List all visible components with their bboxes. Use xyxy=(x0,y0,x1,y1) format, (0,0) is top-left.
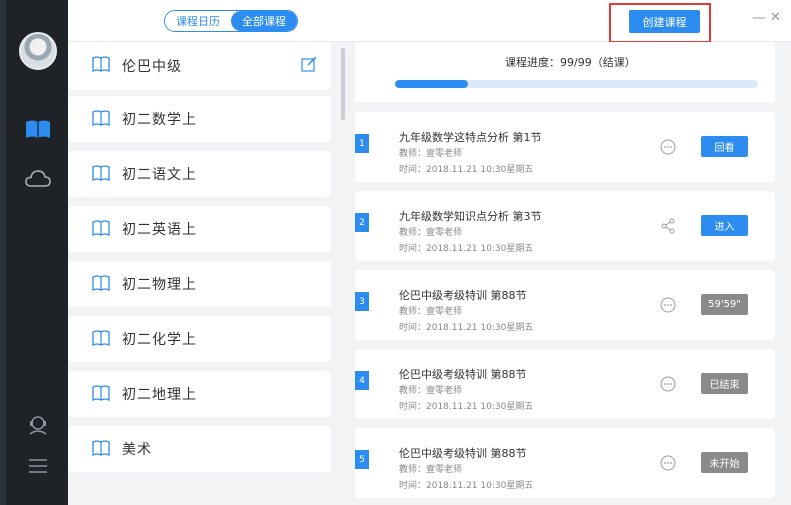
top-bar: 课程日历 全部课程 创建课程 — ✕ xyxy=(68,0,791,43)
lesson-title: 九年级数学这特点分析 第1节 xyxy=(399,131,542,144)
book-icon xyxy=(92,220,110,237)
lesson-time: 时间：2018.11.21 10:30星期五 xyxy=(399,244,534,254)
lesson-number: 2 xyxy=(355,213,369,232)
progress-panel: 课程进度：99/99（结课） xyxy=(355,42,775,102)
more-icon[interactable] xyxy=(660,455,676,471)
lesson-time: 时间：2018.11.21 10:30星期五 xyxy=(399,481,534,491)
countdown-badge: 59'59" xyxy=(701,294,748,315)
lesson-card: 5 伦巴中级考级特训 第88节 教师：壹零老师 时间：2018.11.21 10… xyxy=(355,428,775,498)
course-label: 初二物理上 xyxy=(122,277,197,293)
course-label: 初二数学上 xyxy=(122,112,197,128)
view-switch: 课程日历 全部课程 xyxy=(164,10,298,32)
book-icon xyxy=(92,440,110,457)
book-icon xyxy=(92,110,110,127)
lesson-title: 伦巴中级考级特训 第88节 xyxy=(399,289,527,302)
service-icon[interactable] xyxy=(22,412,54,438)
course-label: 美术 xyxy=(122,442,152,458)
course-list: 伦巴中级 初二数学上 初二语文上 初二英语上 初二物理上 初二化学上 初二地理上… xyxy=(68,42,343,505)
lesson-number: 4 xyxy=(355,371,369,390)
course-list-scrollbar[interactable] xyxy=(341,48,345,120)
lesson-title: 伦巴中级考级特训 第88节 xyxy=(399,447,527,460)
course-label: 初二地理上 xyxy=(122,387,197,403)
course-label: 初二化学上 xyxy=(122,332,197,348)
course-item[interactable]: 初二语文上 xyxy=(68,151,331,197)
course-item[interactable]: 初二化学上 xyxy=(68,316,331,362)
lesson-teacher: 教师：壹零老师 xyxy=(399,465,463,475)
cloud-icon[interactable] xyxy=(22,166,54,192)
lesson-time: 时间：2018.11.21 10:30星期五 xyxy=(399,165,534,175)
lesson-teacher: 教师：壹零老师 xyxy=(399,307,463,317)
lesson-title: 伦巴中级考级特训 第88节 xyxy=(399,368,527,381)
course-item[interactable]: 初二英语上 xyxy=(68,206,331,252)
left-rail xyxy=(0,0,68,505)
tab-all-courses[interactable]: 全部课程 xyxy=(231,11,297,31)
book-icon xyxy=(92,330,110,347)
close-button[interactable]: ✕ xyxy=(770,10,781,25)
more-icon[interactable] xyxy=(660,376,676,392)
more-icon[interactable] xyxy=(660,139,676,155)
lesson-teacher: 教师：壹零老师 xyxy=(399,386,463,396)
course-item[interactable]: 初二物理上 xyxy=(68,261,331,307)
course-book-icon[interactable] xyxy=(22,116,54,142)
create-course-highlight: 创建课程 xyxy=(609,3,711,43)
lesson-number: 3 xyxy=(355,292,369,311)
lesson-card: 3 伦巴中级考级特训 第88节 教师：壹零老师 时间：2018.11.21 10… xyxy=(355,270,775,340)
edit-icon[interactable] xyxy=(301,56,317,72)
lesson-time: 时间：2018.11.21 10:30星期五 xyxy=(399,402,534,412)
course-label: 初二语文上 xyxy=(122,167,197,183)
lesson-teacher: 教师：壹零老师 xyxy=(399,149,463,159)
book-icon xyxy=(92,165,110,182)
course-label: 伦巴中级 xyxy=(122,59,182,75)
lesson-number: 1 xyxy=(355,134,369,153)
book-icon xyxy=(92,385,110,402)
progress-bar xyxy=(395,80,758,88)
book-icon xyxy=(92,275,110,292)
create-course-button[interactable]: 创建课程 xyxy=(629,10,700,33)
lesson-teacher: 教师：壹零老师 xyxy=(399,228,463,238)
menu-icon[interactable] xyxy=(22,453,54,479)
share-icon[interactable] xyxy=(660,218,676,234)
book-icon xyxy=(92,56,110,73)
not-started-badge: 未开始 xyxy=(701,452,748,473)
progress-fill xyxy=(395,80,468,88)
lesson-number: 5 xyxy=(355,450,369,469)
lesson-time: 时间：2018.11.21 10:30星期五 xyxy=(399,323,534,333)
course-item[interactable]: 美术 xyxy=(68,426,331,472)
progress-label: 课程进度：99/99（结课） xyxy=(505,56,636,69)
lesson-card: 4 伦巴中级考级特训 第88节 教师：壹零老师 时间：2018.11.21 10… xyxy=(355,349,775,419)
lesson-card: 1 九年级数学这特点分析 第1节 教师：壹零老师 时间：2018.11.21 1… xyxy=(355,112,775,182)
lesson-card: 2 九年级数学知识点分析 第3节 教师：壹零老师 时间：2018.11.21 1… xyxy=(355,191,775,261)
course-item[interactable]: 初二数学上 xyxy=(68,96,331,142)
course-item[interactable]: 伦巴中级 xyxy=(68,42,331,90)
more-icon[interactable] xyxy=(660,297,676,313)
minimize-button[interactable]: — xyxy=(752,10,766,26)
lesson-title: 九年级数学知识点分析 第3节 xyxy=(399,210,542,223)
tab-course-calendar[interactable]: 课程日历 xyxy=(165,11,231,31)
rail-edge xyxy=(0,0,6,505)
enter-button[interactable]: 进入 xyxy=(701,215,748,236)
course-label: 初二英语上 xyxy=(122,222,197,238)
avatar[interactable] xyxy=(19,32,57,70)
ended-badge: 已结束 xyxy=(701,373,748,394)
course-item[interactable]: 初二地理上 xyxy=(68,371,331,417)
replay-button[interactable]: 回看 xyxy=(701,136,748,157)
